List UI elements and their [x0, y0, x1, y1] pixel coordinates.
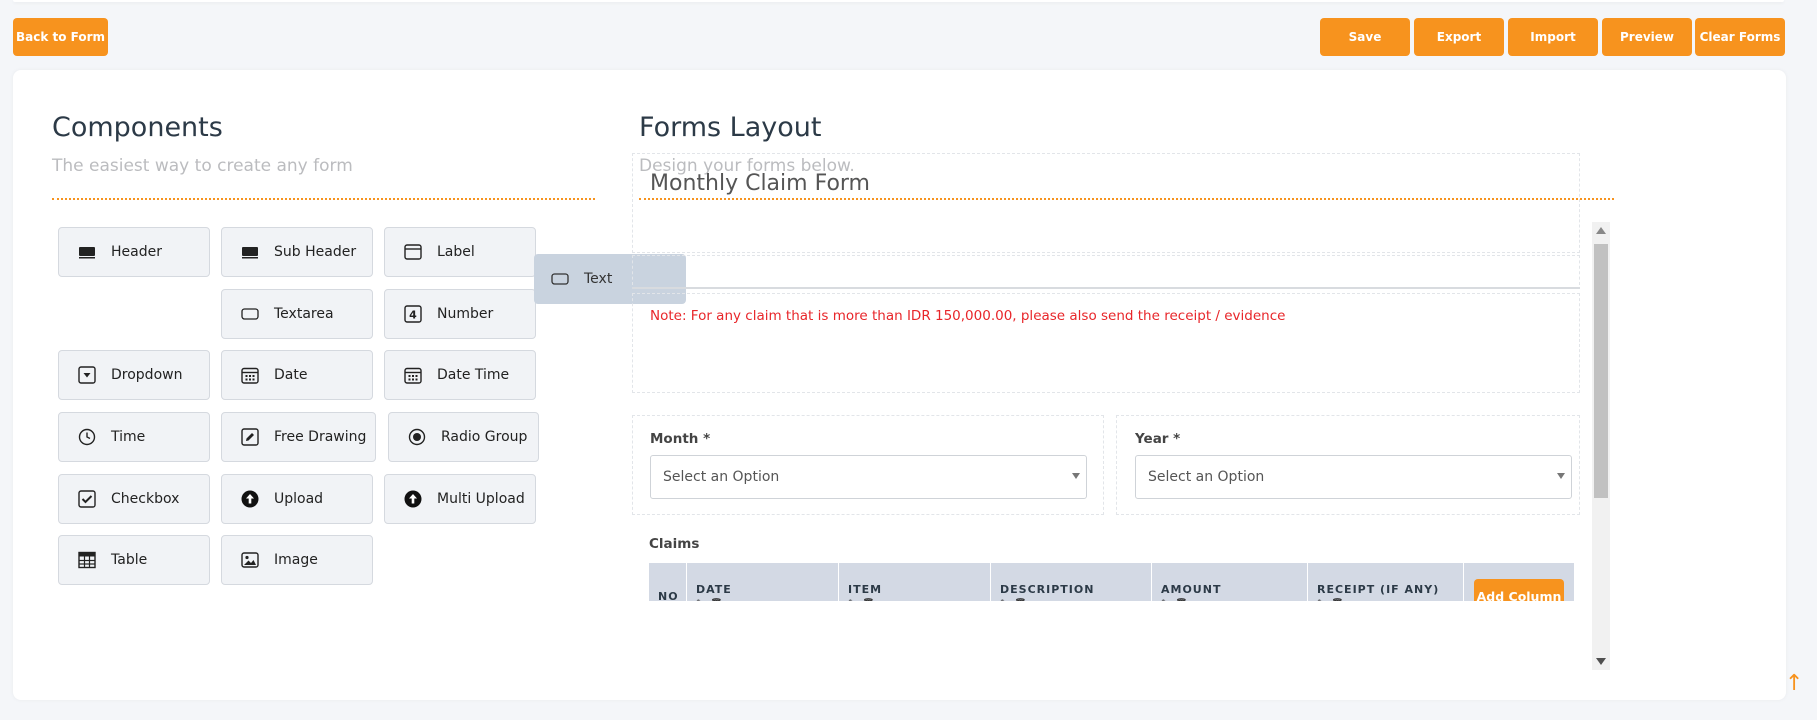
back-to-form-button[interactable]: Back to Form	[13, 18, 108, 56]
forms-layout-canvas[interactable]: Monthly Claim Form Note: For any claim t…	[632, 153, 1598, 601]
calendar-icon	[404, 366, 422, 384]
scroll-up-arrow-icon[interactable]	[1596, 227, 1606, 234]
component-date[interactable]: Date	[221, 350, 373, 400]
number-icon: 4	[404, 305, 422, 323]
form-divider-block[interactable]	[632, 255, 1580, 285]
column-description: DESCRIPTION ✎ 🗑	[991, 563, 1152, 601]
components-title: Components	[52, 112, 223, 143]
year-select-value: Select an Option	[1148, 469, 1265, 485]
label-icon	[404, 243, 422, 261]
chevron-down-icon	[1557, 473, 1565, 479]
forms-layout-title: Forms Layout	[639, 112, 822, 143]
upload-icon	[241, 490, 259, 508]
component-checkbox[interactable]: Checkbox	[58, 474, 210, 524]
component-label-item[interactable]: Label	[384, 227, 536, 277]
column-date: DATE ✎ 🗑	[687, 563, 839, 601]
column-receipt: RECEIPT (IF ANY) ✎ 🗑	[1308, 563, 1464, 601]
add-column-button[interactable]: Add Column	[1474, 579, 1564, 601]
sub-header-icon	[241, 243, 259, 261]
component-upload[interactable]: Upload	[221, 474, 373, 524]
image-icon	[241, 551, 259, 569]
column-item: ITEM ✎ 🗑	[839, 563, 991, 601]
component-label: Free Drawing	[274, 429, 367, 445]
component-header[interactable]: Header	[58, 227, 210, 277]
component-label: Label	[437, 244, 475, 260]
dropdown-icon	[78, 366, 96, 384]
checkbox-icon	[78, 490, 96, 508]
component-label: Sub Header	[274, 244, 357, 260]
top-bar	[13, 0, 1784, 2]
component-number[interactable]: 4 Number	[384, 289, 536, 339]
form-title: Monthly Claim Form	[650, 171, 870, 196]
component-sub-header[interactable]: Sub Header	[221, 227, 373, 277]
svg-text:4: 4	[409, 309, 417, 322]
components-divider	[52, 198, 595, 200]
scroll-down-arrow-icon[interactable]	[1596, 658, 1606, 665]
claims-label: Claims	[649, 536, 700, 552]
component-label: Upload	[274, 491, 324, 507]
component-free-drawing[interactable]: Free Drawing	[221, 412, 376, 462]
component-label: Image	[274, 552, 318, 568]
component-time[interactable]: Time	[58, 412, 210, 462]
upload-icon	[404, 490, 422, 508]
component-date-time[interactable]: Date Time	[384, 350, 536, 400]
scrollbar-thumb[interactable]	[1594, 244, 1608, 498]
year-select[interactable]: Select an Option	[1135, 455, 1572, 499]
component-label: Table	[111, 552, 148, 568]
form-header-block[interactable]	[632, 153, 1580, 253]
clear-forms-button[interactable]: Clear Forms	[1695, 18, 1785, 56]
year-label: Year *	[1135, 431, 1181, 447]
header-icon	[78, 243, 96, 261]
component-label: Header	[111, 244, 162, 260]
pencil-icon	[241, 428, 259, 446]
column-edit-delete-icons[interactable]: ✎ 🗑	[696, 599, 724, 601]
export-button[interactable]: Export	[1414, 18, 1504, 56]
textarea-icon	[241, 305, 259, 323]
month-select-value: Select an Option	[663, 469, 780, 485]
column-edit-delete-icons[interactable]: ✎ 🗑	[1000, 599, 1028, 601]
column-no: NO	[649, 563, 687, 601]
form-horizontal-rule	[632, 287, 1580, 289]
form-note: Note: For any claim that is more than ID…	[650, 308, 1286, 324]
component-label: Dropdown	[111, 367, 183, 383]
component-multi-upload[interactable]: Multi Upload	[384, 474, 536, 524]
column-edit-delete-icons[interactable]: ✎ 🗑	[1317, 599, 1345, 601]
component-label: Number	[437, 306, 494, 322]
clock-icon	[78, 428, 96, 446]
component-label: Checkbox	[111, 491, 180, 507]
component-image[interactable]: Image	[221, 535, 373, 585]
component-textarea[interactable]: Textarea	[221, 289, 373, 339]
radio-icon	[408, 428, 426, 446]
text-input-icon	[551, 270, 569, 288]
table-icon	[78, 551, 96, 569]
components-subtitle: The easiest way to create any form	[52, 156, 353, 176]
chevron-down-icon	[1072, 473, 1080, 479]
import-button[interactable]: Import	[1508, 18, 1598, 56]
month-select[interactable]: Select an Option	[650, 455, 1087, 499]
component-label: Radio Group	[441, 429, 528, 445]
preview-button[interactable]: Preview	[1602, 18, 1692, 56]
back-to-top-icon[interactable]: ↑	[1785, 672, 1803, 696]
component-table[interactable]: Table	[58, 535, 210, 585]
month-label: Month *	[650, 431, 711, 447]
claims-table-header: NO DATE ✎ 🗑 ITEM ✎ 🗑 DESCRIPTION ✎ 🗑 AMO…	[649, 563, 1574, 601]
save-button[interactable]: Save	[1320, 18, 1410, 56]
component-dropdown[interactable]: Dropdown	[58, 350, 210, 400]
component-radio-group[interactable]: Radio Group	[388, 412, 539, 462]
component-label: Textarea	[274, 306, 334, 322]
column-edit-delete-icons[interactable]: ✎ 🗑	[1161, 599, 1189, 601]
column-edit-delete-icons[interactable]: ✎ 🗑	[848, 599, 876, 601]
component-label: Date Time	[437, 367, 510, 383]
component-label: Text	[584, 271, 613, 287]
component-label: Time	[111, 429, 146, 445]
calendar-icon	[241, 366, 259, 384]
column-amount: AMOUNT ✎ 🗑	[1152, 563, 1308, 601]
component-label: Date	[274, 367, 308, 383]
component-label: Multi Upload	[437, 491, 525, 507]
layout-scrollbar[interactable]	[1592, 222, 1610, 670]
